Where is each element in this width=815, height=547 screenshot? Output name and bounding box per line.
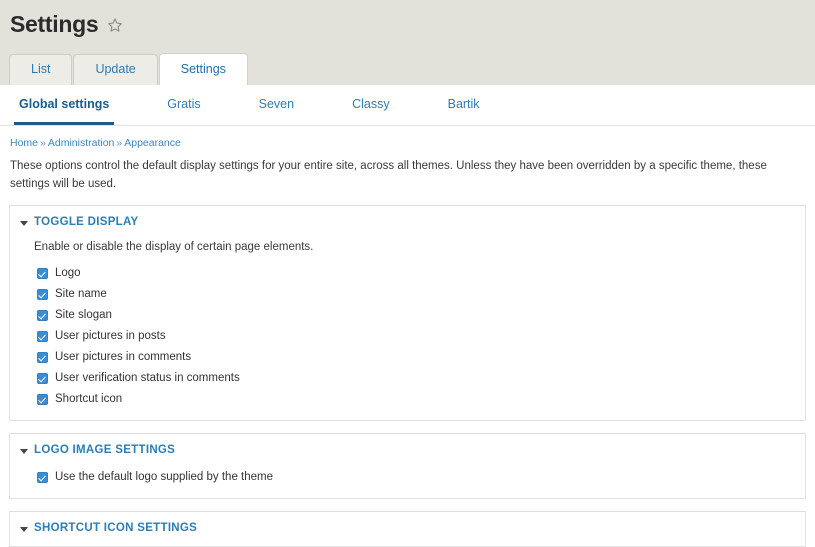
breadcrumb-separator: » — [40, 137, 46, 149]
panel-toggle-display: TOGGLE DISPLAY Enable or disable the dis… — [9, 205, 806, 421]
panel-title-logo-image-settings: LOGO IMAGE SETTINGS — [34, 444, 176, 456]
tab-settings[interactable]: Settings — [158, 53, 248, 85]
checkbox-user-pictures-in-posts[interactable] — [37, 331, 48, 342]
primary-tabs: List Update Settings — [0, 53, 815, 85]
tab-update[interactable]: Update — [73, 54, 158, 85]
page-title: Settings — [10, 11, 99, 37]
checkbox-use-default-logo[interactable] — [37, 472, 48, 483]
checkbox-logo[interactable] — [37, 268, 48, 279]
panel-description-toggle-display: Enable or disable the display of certain… — [34, 241, 314, 253]
checkbox-label-user-pictures-in-posts: User pictures in posts — [55, 330, 166, 342]
subnav-item-bartik[interactable]: Bartik — [443, 85, 485, 125]
panel-title-shortcut-icon-settings: SHORTCUT ICON SETTINGS — [34, 522, 198, 534]
star-outline-icon[interactable] — [107, 17, 123, 33]
page-header: Settings List Update Settings — [0, 0, 815, 85]
panel-header-logo-image-settings[interactable]: LOGO IMAGE SETTINGS — [10, 443, 805, 458]
checkbox-shortcut-icon[interactable] — [37, 394, 48, 405]
subnav-item-gratis[interactable]: Gratis — [162, 85, 205, 125]
checkbox-label-site-name: Site name — [55, 288, 107, 300]
checkbox-row-logo[interactable]: Logo — [34, 263, 805, 284]
checkbox-row-site-name[interactable]: Site name — [34, 284, 805, 305]
breadcrumb-separator: » — [116, 137, 123, 149]
checkbox-row-user-pictures-in-posts[interactable]: User pictures in posts — [34, 326, 805, 347]
checkbox-user-pictures-in-comments[interactable] — [37, 352, 48, 363]
subnav-item-seven[interactable]: Seven — [254, 85, 299, 125]
checkbox-label-use-default-logo: Use the default logo supplied by the the… — [55, 471, 274, 483]
secondary-nav: Global settings Gratis Seven Classy Bart… — [0, 85, 815, 126]
breadcrumb-item-appearance[interactable]: Appearance — [124, 137, 181, 149]
chevron-down-icon — [20, 526, 28, 532]
chevron-down-icon — [20, 448, 28, 454]
checkbox-label-user-pictures-in-comments: User pictures in comments — [55, 351, 192, 363]
checkbox-label-logo: Logo — [55, 267, 81, 279]
secondary-nav-list: Global settings Gratis Seven Classy Bart… — [0, 85, 815, 125]
checkbox-row-site-slogan[interactable]: Site slogan — [34, 305, 805, 326]
content-area: Home» Administration» Appearance These opt… — [0, 126, 815, 547]
breadcrumb-item-administration[interactable]: Administration — [48, 137, 115, 149]
tab-list[interactable]: List — [9, 54, 73, 85]
checkbox-row-use-default-logo[interactable]: Use the default logo supplied by the the… — [34, 467, 805, 488]
checkbox-row-user-pictures-in-comments[interactable]: User pictures in comments — [34, 347, 805, 368]
panel-title-toggle-display: TOGGLE DISPLAY — [34, 216, 139, 228]
panel-logo-image-settings: LOGO IMAGE SETTINGS Use the default logo… — [9, 433, 806, 499]
panel-shortcut-icon-settings: SHORTCUT ICON SETTINGS — [9, 511, 806, 547]
checkbox-label-shortcut-icon: Shortcut icon — [55, 393, 123, 405]
panel-body-toggle-display: Enable or disable the display of certain… — [10, 230, 805, 410]
checkbox-row-user-verification-status-in-comments[interactable]: User verification status in comments — [34, 368, 805, 389]
panel-header-toggle-display[interactable]: TOGGLE DISPLAY — [10, 215, 805, 230]
breadcrumb: Home» Administration» Appearance — [9, 126, 806, 150]
panel-header-shortcut-icon-settings[interactable]: SHORTCUT ICON SETTINGS — [10, 521, 805, 536]
subnav-item-global-settings[interactable]: Global settings — [14, 85, 115, 125]
panel-body-logo-image-settings: Use the default logo supplied by the the… — [10, 458, 805, 488]
chevron-down-icon — [20, 220, 28, 226]
subnav-item-classy[interactable]: Classy — [347, 85, 395, 125]
checkbox-user-verification-status-in-comments[interactable] — [37, 373, 48, 384]
checkbox-label-site-slogan: Site slogan — [55, 309, 112, 321]
checkbox-site-slogan[interactable] — [37, 310, 48, 321]
checkbox-label-user-verification-status-in-comments: User verification status in comments — [55, 372, 240, 384]
checkbox-site-name[interactable] — [37, 289, 48, 300]
checkbox-row-shortcut-icon[interactable]: Shortcut icon — [34, 389, 805, 410]
breadcrumb-item-home[interactable]: Home — [10, 137, 38, 149]
title-row: Settings — [0, 0, 815, 38]
intro-text: These options control the default displa… — [10, 160, 767, 190]
